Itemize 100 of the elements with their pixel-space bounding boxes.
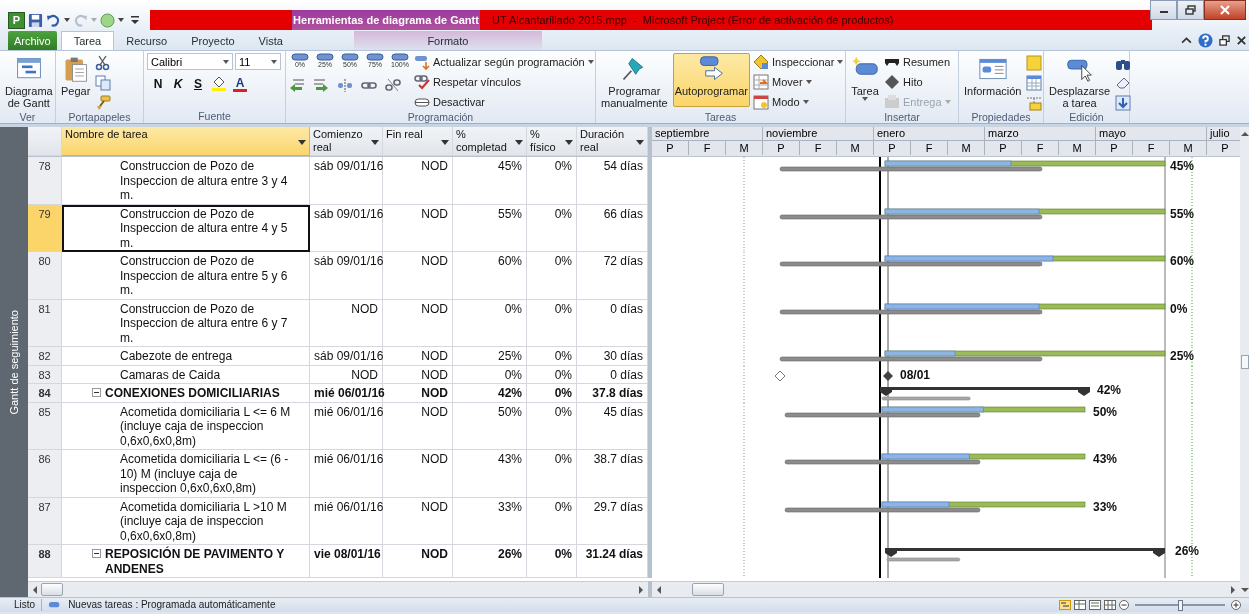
period-label: F [1133,141,1170,155]
status-text[interactable]: Nuevas tareas : Programada automáticamente [68,599,276,611]
row-number[interactable]: 82 [28,347,62,366]
move-button[interactable]: Mover [753,73,844,91]
information-button[interactable]: Información [962,53,1024,99]
font-color-button[interactable]: A [233,76,247,92]
month-label: noviembre [763,127,874,141]
inactivate-button[interactable]: Desactivar [414,93,594,111]
task-name-cell[interactable]: REPOSICIÓN DE PAVIMENTO Y ANDENES [62,545,310,578]
mode-button[interactable]: Modo [753,93,844,111]
table-cell: 0% [527,299,577,347]
percent-label: 25% [1170,349,1195,363]
table-cell: 42% [453,384,527,403]
ribbon-tab[interactable]: Proyecto [179,31,247,50]
auto-schedule-button[interactable]: Autoprogramar [672,53,750,107]
row-number[interactable]: 78 [28,157,62,205]
percent-label: 50% [1093,404,1118,419]
ribbon-tab[interactable]: Formato [353,31,542,50]
task-name[interactable]: Construccion de Pozo de Inspeccion de altura entre 6 y 7 m. [62,299,310,347]
period-label: F [1022,141,1059,155]
table-cell: NOD [383,402,453,450]
column-header[interactable]: % completad [453,127,527,156]
column-header[interactable]: Fin real [383,127,453,156]
italic-button[interactable]: K [171,77,185,91]
app-logo: P [8,11,25,29]
column-header[interactable]: % físico [527,127,577,156]
task-name[interactable]: Construccion de Pozo de Inspeccion de altura entre 4 y 5 m. [62,204,310,252]
table-cell: NOD [383,252,453,300]
table-cell: 33% [453,497,527,545]
group-label: Tareas [703,111,738,123]
row-number[interactable]: 86 [28,450,62,498]
gantt-chart-button[interactable]: Diagrama de Gantt [3,53,55,111]
group-label: Propiedades [970,111,1032,123]
bold-button[interactable]: N [151,77,165,91]
percent-label: 60% [1170,254,1195,268]
task-name[interactable]: Acometida domiciliaria L <= (6 - 10) M (incluye caja de inspeccion 0,6x0,6x0,8m) [62,450,310,498]
task-name[interactable]: Cabezote de entrega [62,347,310,366]
row-number[interactable]: 80 [28,252,62,300]
period-label: P [1096,141,1133,155]
period-label: M [837,141,874,155]
ribbon-tab[interactable]: Tarea [60,31,115,50]
percent-label: 55% [1170,206,1195,221]
table-cell: 50% [453,402,527,450]
period-label: P [652,141,689,155]
task-name[interactable]: Construccion de Pozo de Inspeccion de altura entre 3 y 4 m. [62,157,310,205]
task-name-cell[interactable]: CONEXIONES DOMICILIARIAS [62,384,310,403]
group-label: Programación [406,111,475,123]
milestone-button[interactable]: Hito [884,73,951,91]
row-number[interactable]: 84 [28,384,62,403]
font-family-field[interactable]: Calibri [147,53,233,70]
insert-task-button[interactable]: Tarea [849,53,881,103]
table-cell: NOD [383,347,453,366]
task-name[interactable]: Construccion de Pozo de Inspeccion de altura entre 5 y 6 m. [62,252,310,300]
summary-button[interactable]: Resumen [884,53,951,71]
group-label: Portapapeles [67,111,132,123]
percent-label: 42% [1097,384,1122,397]
inspect-button[interactable]: Inspeccionar [753,53,844,71]
table-cell: mié 06/01/16 [310,450,383,498]
row-number[interactable]: 85 [28,402,62,450]
month-label: mayo [1096,127,1207,141]
task-name[interactable]: Camaras de Caida [62,365,310,384]
manual-schedule-button[interactable]: Programar manualmente [599,53,670,111]
underline-button[interactable]: S [191,77,205,91]
table-cell: sáb 09/01/16 [310,204,383,252]
period-label: M [1059,141,1096,155]
task-name[interactable]: Acometida domiciliaria L <= 6 M (incluye caja de inspeccion 0,6x0,6x0,8m) [62,402,310,450]
table-cell: 0% [453,299,527,347]
scroll-to-task-button[interactable]: Desplazarse a tarea [1047,53,1113,111]
table-cell: NOD [383,545,453,578]
table-cell: 25% [453,347,527,366]
window-title: UT Alcantarillado 2015.mpp - Microsoft Project (Error de activación de productos) [480,10,1152,30]
column-header[interactable]: Comienzo real [310,127,383,156]
percent-label: 43% [1093,452,1118,466]
group-label: Insertar [883,111,921,123]
row-number[interactable]: 88 [28,545,62,578]
respect-links-button[interactable]: Respetar vínculos [414,73,594,91]
table-cell: NOD [383,497,453,545]
update-schedule-button[interactable]: Actualizar según programación [414,53,594,71]
row-number[interactable]: 79 [28,204,62,252]
period-label: M [726,141,763,155]
task-name[interactable]: Acometida domiciliaria L >10 M (incluye caja de inspeccion 0,6x0,6x0,8m) [62,497,310,545]
period-label: F [689,141,726,155]
table-cell: 0% [527,402,577,450]
group-label: Ver [18,111,37,123]
paste-button[interactable]: Pegar [59,53,93,99]
period-label: M [1170,141,1207,155]
font-size-field[interactable]: 11 [235,53,281,70]
table-cell: NOD [383,384,453,403]
row-number[interactable]: 81 [28,299,62,347]
ribbon-tab[interactable]: Vista [246,31,295,50]
table-cell: NOD [310,365,383,384]
table-cell: 0% [527,497,577,545]
table-cell: 45% [453,157,527,205]
table-cell: 0% [527,252,577,300]
column-header[interactable]: Duración real [577,127,648,156]
table-cell: NOD [383,204,453,252]
column-header[interactable]: Nombre de tarea [62,127,310,156]
row-number[interactable]: 87 [28,497,62,545]
ribbon-tab[interactable]: Archivo [8,31,57,50]
ribbon-tab[interactable]: Recurso [114,31,180,50]
